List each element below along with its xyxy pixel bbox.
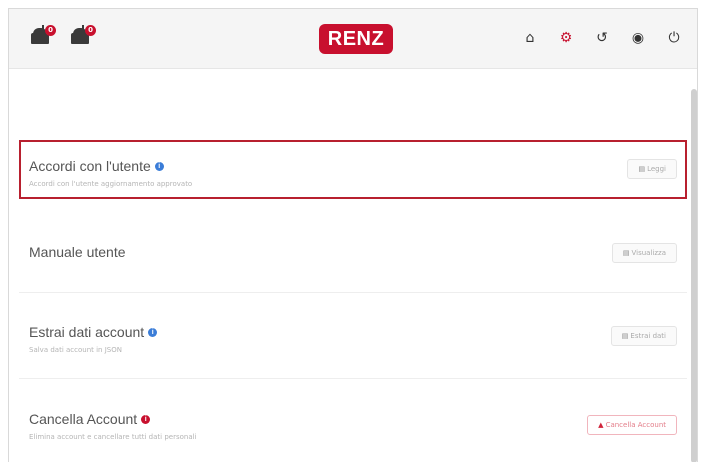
delete-account-button[interactable]: ▲ Cancella Account (587, 415, 677, 435)
export-data-button[interactable]: ▤ Estrai dati (610, 326, 677, 346)
globe-icon[interactable]: ◉ (629, 29, 647, 47)
warning-icon: ▲ (598, 421, 604, 429)
scrollbar[interactable] (691, 89, 697, 462)
mailbox-flag (82, 25, 84, 34)
info-icon[interactable]: i (141, 415, 151, 424)
row-export-data: Estrai dati account i Salva dati account … (19, 293, 687, 379)
gear-icon[interactable]: ⚙ (557, 29, 575, 47)
row-subtitle: Elimina account e cancellare tutti dati … (29, 433, 197, 441)
renz-logo[interactable]: RENZ (319, 24, 393, 54)
info-icon[interactable]: i (154, 162, 164, 171)
row-title: Manuale utente (29, 244, 126, 260)
mailbox-icon-2[interactable]: 0 (71, 25, 97, 47)
app-window: 0 0 RENZ ⌂ ⚙ ↺ ◉ ⏻ Accordi con l'utente i… (8, 8, 698, 462)
document-icon: ▤ (621, 332, 629, 340)
history-icon[interactable]: ↺ (593, 29, 611, 47)
row-delete-account: Cancella Account i Elimina account e canc… (19, 379, 687, 462)
notification-badge: 0 (85, 25, 96, 36)
mailbox-flag (42, 25, 44, 34)
row-title: Estrai dati account i (29, 324, 158, 340)
document-icon: ▤ (622, 249, 630, 257)
mailbox-icon-1[interactable]: 0 (31, 25, 57, 47)
nav-icons: ⌂ ⚙ ↺ ◉ ⏻ (521, 29, 683, 47)
info-icon[interactable]: i (148, 328, 158, 337)
row-user-agreements: Accordi con l'utente i Accordi con l'uten… (19, 140, 687, 199)
row-title: Cancella Account i (29, 411, 151, 427)
mailbox-group: 0 0 (31, 25, 97, 47)
top-bar: 0 0 RENZ ⌂ ⚙ ↺ ◉ ⏻ (9, 9, 697, 69)
home-icon[interactable]: ⌂ (521, 29, 539, 47)
notification-badge: 0 (45, 25, 56, 36)
read-button[interactable]: ▤ Leggi (627, 159, 677, 179)
row-user-manual: Manuale utente ▤ Visualizza (19, 209, 687, 293)
power-icon[interactable]: ⏻ (665, 29, 683, 47)
row-subtitle: Accordi con l'utente aggiornamento appro… (29, 180, 193, 188)
row-subtitle: Salva dati account in JSON (29, 346, 122, 354)
row-title: Accordi con l'utente i (29, 158, 164, 174)
document-icon: ▤ (638, 165, 646, 173)
view-manual-button[interactable]: ▤ Visualizza (611, 243, 677, 263)
